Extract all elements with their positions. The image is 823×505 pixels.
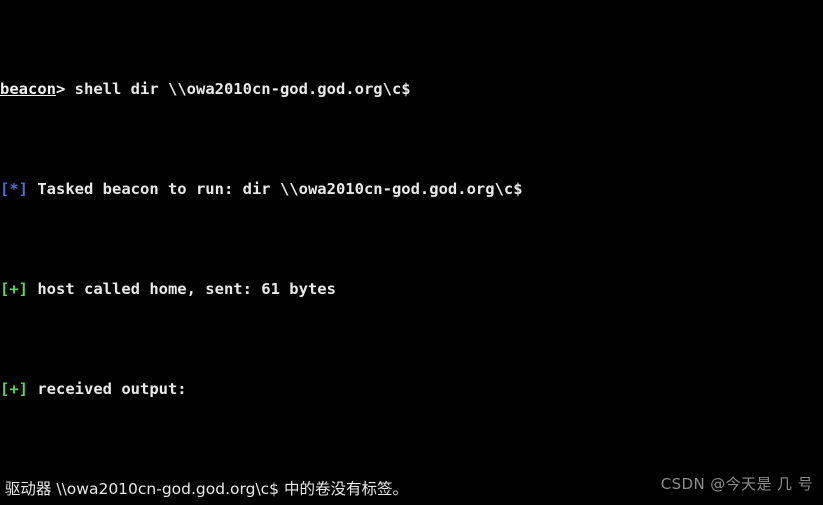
- success-tag: [+]: [0, 380, 28, 398]
- console-output: beacon> shell dir \\owa2010cn-god.god.or…: [0, 2, 823, 505]
- csdn-watermark: CSDN @今天是 几 号: [660, 475, 813, 493]
- prompt-arrow: >: [56, 80, 75, 98]
- success-tag: [+]: [0, 280, 28, 298]
- log-line-called-home: [+] host called home, sent: 61 bytes: [0, 277, 823, 302]
- prompt-host-label: beacon: [0, 80, 56, 98]
- log-tasked-text: Tasked beacon to run: dir \\owa2010cn-go…: [28, 180, 523, 198]
- prompt-command-text: shell dir \\owa2010cn-god.god.org\c$: [74, 80, 411, 98]
- info-tag: [*]: [0, 180, 28, 198]
- log-line-received-output: [+] received output:: [0, 377, 823, 402]
- beacon-console[interactable]: beacon> shell dir \\owa2010cn-god.god.or…: [0, 0, 823, 505]
- log-line-tasked: [*] Tasked beacon to run: dir \\owa2010c…: [0, 177, 823, 202]
- log-received-text: received output:: [28, 380, 187, 398]
- log-called-home-text: host called home, sent: 61 bytes: [28, 280, 336, 298]
- prompt-line: beacon> shell dir \\owa2010cn-god.god.or…: [0, 77, 823, 102]
